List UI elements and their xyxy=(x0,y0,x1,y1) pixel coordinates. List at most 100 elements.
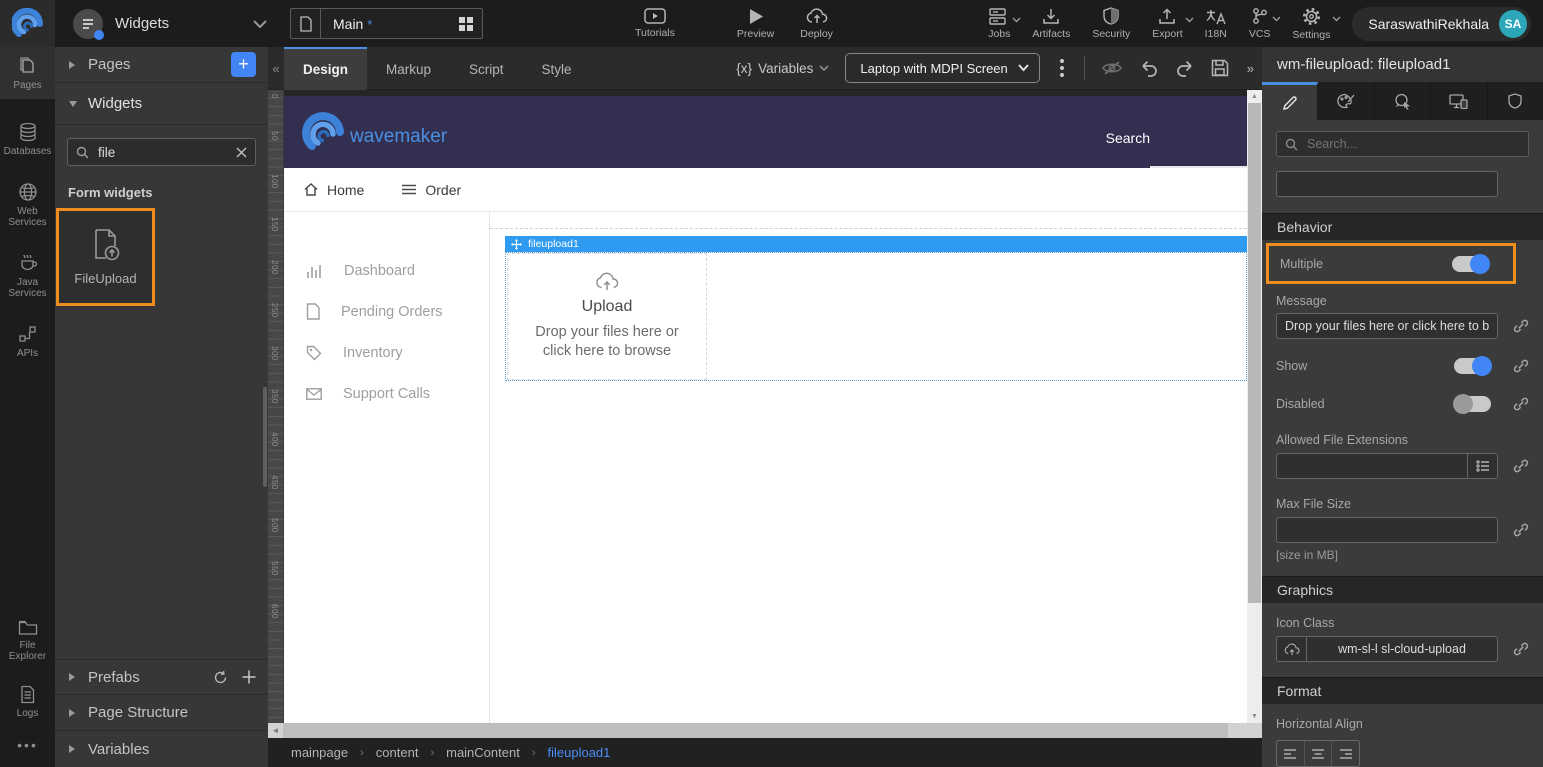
bind-message-icon[interactable] xyxy=(1513,318,1529,334)
variables-dropdown[interactable]: {x} Variables xyxy=(736,61,829,76)
properties-panel-tabs xyxy=(1262,82,1543,120)
rail-item-pages[interactable]: Pages xyxy=(0,47,55,99)
bind-icon-class-icon[interactable] xyxy=(1513,641,1529,657)
rail-item-java-services[interactable]: Java Services xyxy=(0,244,55,307)
tab-style[interactable]: Style xyxy=(523,47,591,90)
redo-button[interactable] xyxy=(1175,60,1195,77)
add-page-button[interactable]: + xyxy=(231,52,256,77)
scroll-down-arrow[interactable]: ▼ xyxy=(1247,713,1262,720)
fileupload-dropzone[interactable]: Upload Drop your files here orclick here… xyxy=(507,253,707,380)
deploy-button[interactable]: Deploy xyxy=(800,8,833,40)
menu-item-dashboard[interactable]: Dashboard xyxy=(284,250,489,291)
horizontal-scroll-thumb[interactable] xyxy=(283,723,1228,738)
breadcrumb-fileupload1[interactable]: fileupload1 xyxy=(548,745,611,760)
grid-view-icon[interactable] xyxy=(458,16,474,32)
accordion-widgets[interactable]: Widgets xyxy=(55,83,268,125)
accordion-prefabs[interactable]: Prefabs xyxy=(55,659,268,695)
message-input[interactable] xyxy=(1276,313,1498,339)
vertical-scroll-thumb[interactable] xyxy=(1248,103,1261,603)
section-graphics: Graphics xyxy=(1262,576,1543,603)
accordion-pages[interactable]: Pages + xyxy=(55,47,268,83)
selected-widget-header[interactable]: fileupload1 xyxy=(505,236,1247,252)
jobs-button[interactable]: Jobs xyxy=(988,8,1010,40)
more-options-kebab[interactable] xyxy=(1056,57,1068,79)
bind-max-size-icon[interactable] xyxy=(1513,522,1529,538)
property-name-field[interactable] xyxy=(1276,171,1498,197)
icon-class-input[interactable] xyxy=(1306,636,1498,662)
add-prefab-icon[interactable] xyxy=(242,670,256,684)
rail-item-file-explorer[interactable]: File Explorer xyxy=(0,610,55,670)
collapse-right-panel-button[interactable]: » xyxy=(1245,61,1256,76)
nav-home[interactable]: Home xyxy=(304,182,364,198)
refresh-icon[interactable] xyxy=(213,670,228,685)
artifacts-button[interactable]: Artifacts xyxy=(1032,8,1070,40)
align-left-button[interactable] xyxy=(1277,741,1305,766)
device-selector[interactable]: Laptop with MDPI Screen xyxy=(845,53,1039,83)
rail-item-apis[interactable]: APIs xyxy=(0,315,55,367)
breadcrumb-mainpage[interactable]: mainpage xyxy=(291,745,348,760)
tab-script[interactable]: Script xyxy=(450,47,523,90)
clear-search-icon[interactable] xyxy=(236,147,247,158)
save-button[interactable] xyxy=(1211,59,1229,77)
log-file-icon xyxy=(19,685,36,704)
variables-label: Variables xyxy=(758,61,813,76)
align-center-button[interactable] xyxy=(1305,741,1333,766)
app-search-link[interactable]: Search xyxy=(1106,130,1150,146)
fileupload-widget-tile[interactable]: FileUpload xyxy=(59,211,152,303)
settings-button[interactable]: Settings xyxy=(1292,7,1330,41)
property-search-box xyxy=(1276,131,1529,157)
export-button[interactable]: Export xyxy=(1152,8,1182,40)
menu-item-support-calls[interactable]: Support Calls xyxy=(284,373,489,414)
tab-security[interactable] xyxy=(1488,82,1543,120)
canvas-vertical-scrollbar[interactable]: ▲ ▼ xyxy=(1247,90,1262,723)
undo-button[interactable] xyxy=(1139,60,1159,77)
align-right-button[interactable] xyxy=(1332,741,1359,766)
menu-item-inventory[interactable]: Inventory xyxy=(284,332,489,373)
menu-item-pending-orders[interactable]: Pending Orders xyxy=(284,291,489,332)
scroll-left-arrow[interactable]: ◄ xyxy=(268,726,283,735)
multiple-toggle[interactable] xyxy=(1452,256,1489,272)
tab-design[interactable]: Design xyxy=(284,47,367,90)
tab-styles[interactable] xyxy=(1318,82,1374,120)
bind-show-icon[interactable] xyxy=(1513,358,1529,374)
widgets-selector-dropdown[interactable]: Widgets xyxy=(73,9,268,39)
extensions-picker-button[interactable] xyxy=(1468,453,1498,479)
preview-button[interactable]: Preview xyxy=(737,8,774,40)
nav-order[interactable]: Order xyxy=(402,182,461,198)
toggle-visibility-button[interactable] xyxy=(1101,60,1123,76)
page-tab[interactable]: Main * xyxy=(290,8,483,39)
bar-chart-icon xyxy=(306,263,323,278)
i18n-button[interactable]: I18N xyxy=(1205,8,1227,40)
security-button[interactable]: Security xyxy=(1092,7,1130,40)
accordion-page-structure[interactable]: Page Structure xyxy=(55,695,268,731)
tutorials-button[interactable]: Tutorials xyxy=(635,8,675,39)
max-file-size-row xyxy=(1276,517,1529,543)
bind-extensions-icon[interactable] xyxy=(1513,458,1529,474)
tab-devices[interactable] xyxy=(1431,82,1487,120)
rail-item-logs[interactable]: Logs xyxy=(0,676,55,727)
rail-item-databases[interactable]: Databases xyxy=(0,113,55,165)
tab-events[interactable] xyxy=(1375,82,1431,120)
collapse-left-panel-button[interactable]: « xyxy=(268,61,284,76)
max-file-size-input[interactable] xyxy=(1276,517,1498,543)
bind-disabled-icon[interactable] xyxy=(1513,396,1529,412)
accordion-variables[interactable]: Variables xyxy=(55,731,268,767)
disabled-toggle[interactable] xyxy=(1454,396,1491,412)
left-panel-scrollbar[interactable] xyxy=(263,387,267,487)
breadcrumb-maincontent[interactable]: mainContent xyxy=(446,745,520,760)
canvas-horizontal-scrollbar[interactable]: ◄ xyxy=(268,723,1262,738)
allowed-extensions-input[interactable] xyxy=(1276,453,1468,479)
wavemaker-logo[interactable] xyxy=(0,0,55,47)
property-search-input[interactable] xyxy=(1305,136,1520,152)
rail-item-web-services[interactable]: Web Services xyxy=(0,173,55,236)
scroll-up-arrow[interactable]: ▲ xyxy=(1247,93,1262,100)
show-toggle[interactable] xyxy=(1454,358,1491,374)
page-icon xyxy=(291,9,321,38)
widget-search-input[interactable] xyxy=(96,144,236,161)
rail-overflow-menu[interactable]: ••• xyxy=(0,727,55,767)
breadcrumb-content[interactable]: content xyxy=(376,745,419,760)
vcs-button[interactable]: VCS xyxy=(1249,7,1271,40)
tab-markup[interactable]: Markup xyxy=(367,47,450,90)
user-menu[interactable]: SaraswathiRekhala SA xyxy=(1352,7,1531,41)
tab-properties[interactable] xyxy=(1262,82,1318,120)
